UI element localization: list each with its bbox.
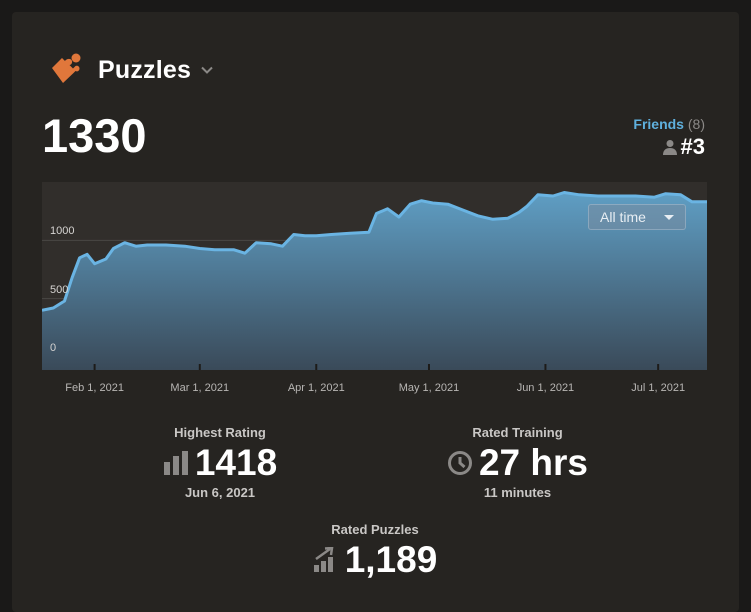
time-range-value: All time [600,209,646,225]
friends-count: (8) [687,116,705,132]
x-tick-label: Jun 1, 2021 [516,382,575,394]
time-range-select[interactable]: All time [588,204,686,230]
puzzle-piece-icon [52,53,81,83]
x-tick-label: Jul 1, 2021 [631,382,686,394]
rated-training-value: 27 hrs [478,442,588,483]
current-rating: 1330 [42,109,147,162]
trending-up-icon [313,546,334,572]
highest-rating-label: Highest Rating [174,425,266,440]
x-tick-label: Mar 1, 2021 [170,382,230,394]
y-tick-label: 1000 [50,225,75,238]
rated-puzzles-stat: Rated Puzzles 1,189 [290,522,460,578]
rated-training-label: Rated Training [472,425,563,440]
rated-training-sub: 11 minutes [483,485,552,500]
friends-rank[interactable]: Friends (8) #3 [633,116,705,160]
rated-puzzles-label: Rated Puzzles [331,522,419,537]
highest-rating-date: Jun 6, 2021 [184,485,256,500]
rated-training-stat: Rated Training 27 hrs 11 minutes [430,425,605,500]
rated-puzzles-value: 1,189 [344,539,438,580]
friends-link[interactable]: Friends [633,116,684,132]
friends-rank-value: #3 [680,134,705,159]
x-tick-label: Feb 1, 2021 [65,382,124,394]
clock-icon [447,450,472,475]
x-tick-label: Apr 1, 2021 [287,382,345,394]
highest-rating-value: 1418 [194,442,278,483]
chevron-down-icon[interactable] [200,63,214,77]
puzzles-header[interactable]: Puzzles [50,53,214,87]
person-icon [662,140,677,155]
page-title: Puzzles [98,55,192,84]
y-tick-label: 500 [50,283,69,296]
y-tick-label: 0 [50,342,57,354]
caret-down-icon [664,215,674,220]
highest-rating-stat: Highest Rating 1418 Jun 6, 2021 [150,425,290,500]
bar-chart-icon [163,450,188,475]
x-tick-label: May 1, 2021 [398,382,460,394]
